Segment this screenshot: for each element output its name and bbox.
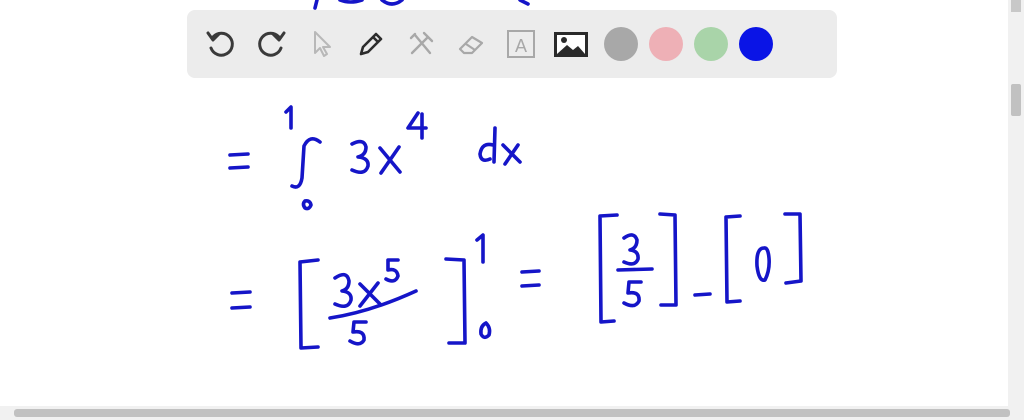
tools-button[interactable] <box>401 24 441 64</box>
denominator-5 <box>348 320 368 346</box>
select-button[interactable] <box>301 24 341 64</box>
letter-x <box>501 143 522 166</box>
color-swatch-green[interactable] <box>694 27 728 61</box>
image-icon <box>554 32 588 57</box>
lower-limit-2 <box>479 321 492 340</box>
equals-sign-1 <box>228 152 250 157</box>
digit-3 <box>350 139 370 175</box>
exponent-5 <box>384 258 400 283</box>
integral-sign <box>290 137 322 189</box>
cutoff-stroke <box>380 0 404 6</box>
text-tool-label: A <box>515 36 527 56</box>
redo-button[interactable] <box>251 24 291 64</box>
minus-sign <box>693 292 712 297</box>
zero-digit <box>755 246 771 282</box>
result-fraction-bar <box>616 267 654 272</box>
upper-limit-1 <box>284 105 293 130</box>
variable-x <box>358 281 382 308</box>
color-swatch-blue[interactable] <box>739 27 773 61</box>
result-denominator-5 <box>622 280 643 308</box>
result-right-bracket <box>658 212 678 307</box>
pen-icon <box>359 32 383 56</box>
zero-left-bracket <box>724 214 742 304</box>
equals-sign-3 <box>520 283 541 288</box>
result-left-bracket <box>598 213 619 324</box>
cutoff-stroke <box>518 0 530 6</box>
eraser-icon <box>458 35 484 55</box>
redo-icon <box>258 31 286 57</box>
letter-d <box>478 126 497 164</box>
undo-icon <box>206 31 234 57</box>
text-tool-button[interactable]: A <box>501 24 541 64</box>
equals-sign-1 <box>228 165 250 170</box>
result-numerator-3 <box>622 233 640 266</box>
vertical-scroll-thumb[interactable] <box>1011 84 1021 116</box>
exponent-4 <box>406 111 428 140</box>
horizontal-scrollbar[interactable] <box>0 406 1024 420</box>
equals-sign-3 <box>520 269 541 274</box>
image-button[interactable] <box>551 24 591 64</box>
pen-button[interactable] <box>351 24 391 64</box>
equals-sign-2 <box>230 305 252 310</box>
color-swatch-pink[interactable] <box>649 27 683 61</box>
upper-limit-2 <box>475 233 485 264</box>
drawing-toolbar: A <box>187 10 837 78</box>
undo-button[interactable] <box>201 24 241 64</box>
digit-3 <box>333 272 353 309</box>
tools-icon <box>409 31 434 55</box>
lower-limit-1 <box>301 199 313 211</box>
cutoff-stroke <box>313 0 319 10</box>
zero-right-bracket <box>783 212 803 285</box>
eraser-button[interactable] <box>451 24 491 64</box>
text-tool-icon: A <box>507 30 535 58</box>
horizontal-scroll-thumb[interactable] <box>14 409 1010 417</box>
right-bracket <box>444 257 467 345</box>
scroll-top-track <box>1011 0 1021 12</box>
equals-sign-2 <box>230 290 252 295</box>
cutoff-stroke <box>338 0 364 4</box>
left-bracket <box>298 258 320 350</box>
select-pointer-icon <box>314 31 331 57</box>
vertical-scrollbar[interactable] <box>1008 0 1024 406</box>
color-swatch-gray[interactable] <box>604 27 638 61</box>
variable-x <box>378 145 402 175</box>
